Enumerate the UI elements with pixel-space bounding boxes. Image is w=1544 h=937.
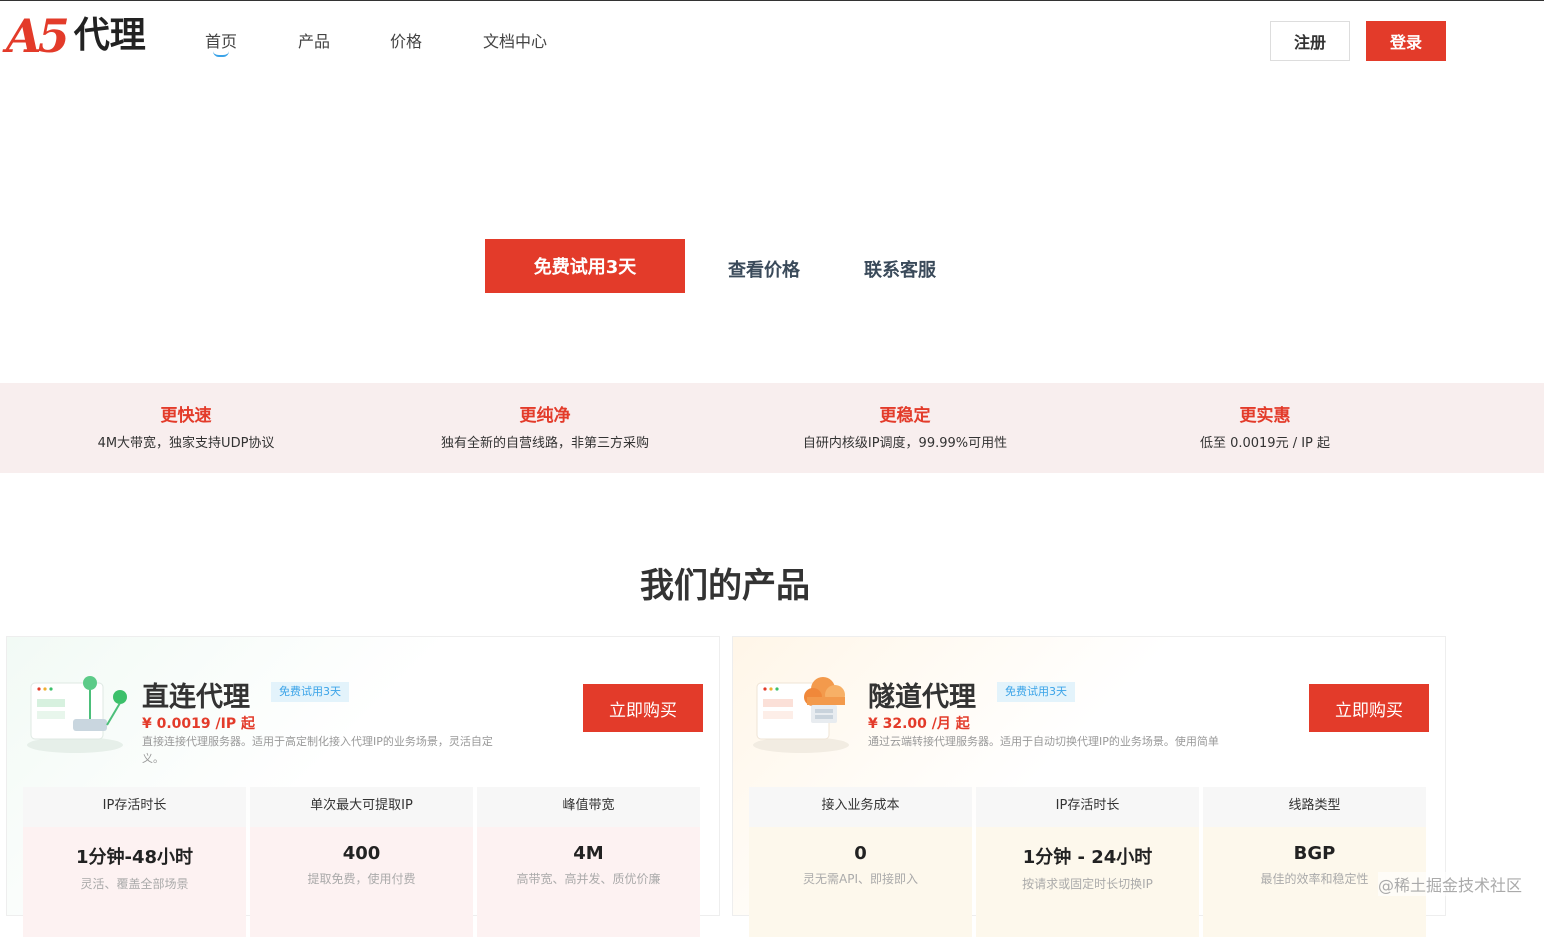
feature-item: 更实惠 低至 0.0019元 / IP 起 — [1085, 405, 1445, 451]
free-trial-badge: 免费试用3天 — [271, 682, 349, 702]
server-illustration-icon — [27, 676, 127, 753]
feature-desc: 自研内核级IP调度，99.99%可用性 — [802, 436, 1008, 451]
spec-label: IP存活时长 — [102, 798, 167, 813]
buy-now-button[interactable]: 立即购买 — [583, 684, 703, 732]
features-band: 更快速 4M大带宽，独家支持UDP协议 更纯净 独有全新的自营线路，非第三方采购… — [0, 383, 1544, 473]
spec-value: 1分钟-48小时 — [75, 847, 194, 868]
watermark: @稀土掘金技术社区 — [1378, 872, 1523, 896]
spec-label: 线路类型 — [1288, 798, 1341, 813]
free-trial-button[interactable]: 免费试用3天 — [485, 239, 685, 293]
nav-item-home[interactable]: 首页 — [205, 28, 237, 57]
feature-title: 更实惠 — [1239, 406, 1291, 426]
product-desc: 通过云端转接代理服务器。适用于自动切换代理IP的业务场景。使用简单 — [868, 735, 1219, 748]
feature-item: 更快速 4M大带宽，独家支持UDP协议 — [6, 405, 366, 451]
spec-value: 4M — [573, 843, 604, 864]
spec-cell: IP存活时长 1分钟 - 24小时 按请求或固定时长切换IP — [976, 787, 1199, 937]
spec-sub: 提取免费，使用付费 — [307, 872, 416, 886]
contact-support-link[interactable]: 联系客服 — [864, 256, 936, 282]
feature-desc: 低至 0.0019元 / IP 起 — [1199, 436, 1331, 451]
nav-item-products[interactable]: 产品 — [298, 28, 330, 52]
products-section-title: 我们的产品 — [640, 566, 810, 606]
spec-row: 接入业务成本 0 灵无需API、即接即入 IP存活时长 1分钟 - 24小时 按… — [749, 787, 1426, 937]
logo-text: 代理 — [73, 15, 146, 56]
spec-label: 接入业务成本 — [821, 798, 900, 813]
register-button[interactable]: 注册 — [1270, 21, 1350, 61]
spec-cell: 峰值带宽 4M 高带宽、高并发、质优价廉 — [477, 787, 700, 937]
feature-title: 更纯净 — [519, 406, 571, 426]
feature-desc: 独有全新的自营线路，非第三方采购 — [440, 436, 649, 451]
spec-value: BGP — [1293, 843, 1336, 864]
product-price: ¥ 32.00 /月 起 — [868, 716, 970, 732]
spec-cell: 线路类型 BGP 最佳的效率和稳定性 — [1203, 787, 1426, 937]
buy-now-button[interactable]: 立即购买 — [1309, 684, 1429, 732]
spec-label: IP存活时长 — [1055, 798, 1120, 813]
spec-label: 峰值带宽 — [562, 798, 615, 813]
product-price: ¥ 0.0019 /IP 起 — [142, 716, 255, 732]
feature-title: 更快速 — [160, 406, 212, 426]
site-logo[interactable]: A5 代理 — [6, 12, 146, 60]
product-name: 直连代理 — [142, 682, 250, 713]
nav-item-pricing[interactable]: 价格 — [390, 28, 422, 52]
spec-cell: 单次最大可提取IP 400 提取免费，使用付费 — [250, 787, 473, 937]
feature-item: 更稳定 自研内核级IP调度，99.99%可用性 — [725, 405, 1085, 451]
product-card-tunnel: 隧道代理 免费试用3天 ¥ 32.00 /月 起 通过云端转接代理服务器。适用于… — [732, 636, 1446, 937]
spec-cell: 接入业务成本 0 灵无需API、即接即入 — [749, 787, 972, 937]
feature-desc: 4M大带宽，独家支持UDP协议 — [97, 436, 275, 451]
feature-item: 更纯净 独有全新的自营线路，非第三方采购 — [365, 405, 725, 451]
spec-sub: 灵活、覆盖全部场景 — [80, 877, 189, 891]
spec-sub: 高带宽、高并发、质优价廉 — [516, 872, 661, 886]
spec-label: 单次最大可提取IP — [310, 798, 413, 813]
spec-sub: 灵无需API、即接即入 — [803, 872, 918, 886]
nav-item-docs[interactable]: 文档中心 — [483, 28, 547, 52]
product-name: 隧道代理 — [868, 682, 976, 713]
spec-value: 400 — [342, 843, 381, 864]
product-desc: 直接连接代理服务器。适用于高定制化接入代理IP的业务场景，灵活自定义。 — [142, 735, 493, 765]
logo-mark: A5 — [6, 9, 70, 63]
spec-value: 1分钟 - 24小时 — [1022, 847, 1153, 868]
spec-row: IP存活时长 1分钟-48小时 灵活、覆盖全部场景 单次最大可提取IP 400 … — [23, 787, 700, 937]
spec-sub: 按请求或固定时长切换IP — [1022, 877, 1153, 891]
free-trial-badge: 免费试用3天 — [997, 682, 1075, 702]
spec-cell: IP存活时长 1分钟-48小时 灵活、覆盖全部场景 — [23, 787, 246, 937]
spec-value: 0 — [854, 843, 867, 864]
top-border — [0, 0, 1544, 1]
view-pricing-link[interactable]: 查看价格 — [728, 256, 800, 282]
feature-title: 更稳定 — [879, 406, 931, 426]
login-button[interactable]: 登录 — [1366, 21, 1446, 61]
product-card-direct: 直连代理 免费试用3天 ¥ 0.0019 /IP 起 直接连接代理服务器。适用于… — [6, 636, 720, 937]
cloud-server-illustration-icon — [753, 677, 849, 753]
